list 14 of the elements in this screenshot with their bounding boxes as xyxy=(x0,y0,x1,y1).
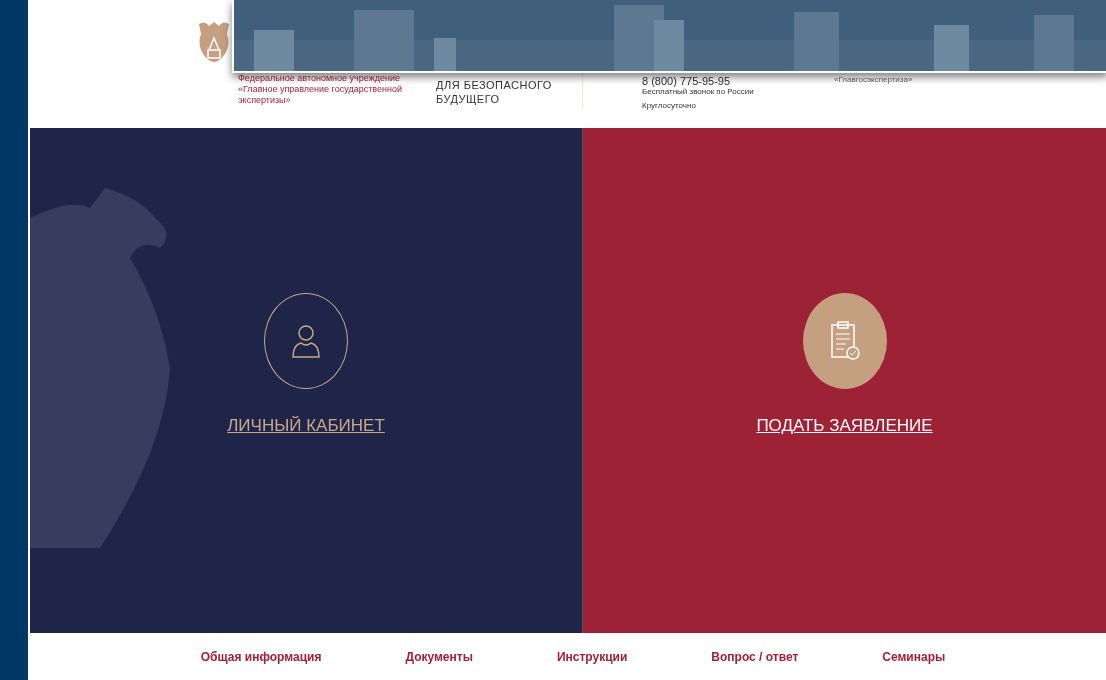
tile-link[interactable]: ЛИЧНЫЙ КАБИНЕТ xyxy=(227,412,385,439)
nav-link[interactable]: Семинары xyxy=(882,647,946,666)
nav-link[interactable]: Вопрос / ответ xyxy=(711,647,799,666)
organization-name: Федеральное автономное учреждение «Главное управление государственной экспертизы» xyxy=(238,73,403,106)
slogan-text: ДЛЯ БЕЗОПАСНОГО БУДУЩЕГО xyxy=(436,78,553,106)
brand-name: «Главгосэкспертиза» xyxy=(834,74,913,86)
nav-link[interactable]: Документы xyxy=(405,647,473,666)
tile-link[interactable]: ПОДАТЬ ЗАЯВЛЕНИЕ xyxy=(756,412,933,439)
clipboard-check-icon xyxy=(828,319,861,362)
emblem-icon[interactable] xyxy=(197,20,231,62)
nav-link[interactable]: Общая информация xyxy=(200,647,322,666)
nav-link[interactable]: Инструкции xyxy=(556,647,628,666)
phone-note: Бесплатный звонок по России xyxy=(642,86,754,98)
hours-text: Круглосуточно xyxy=(642,100,696,112)
